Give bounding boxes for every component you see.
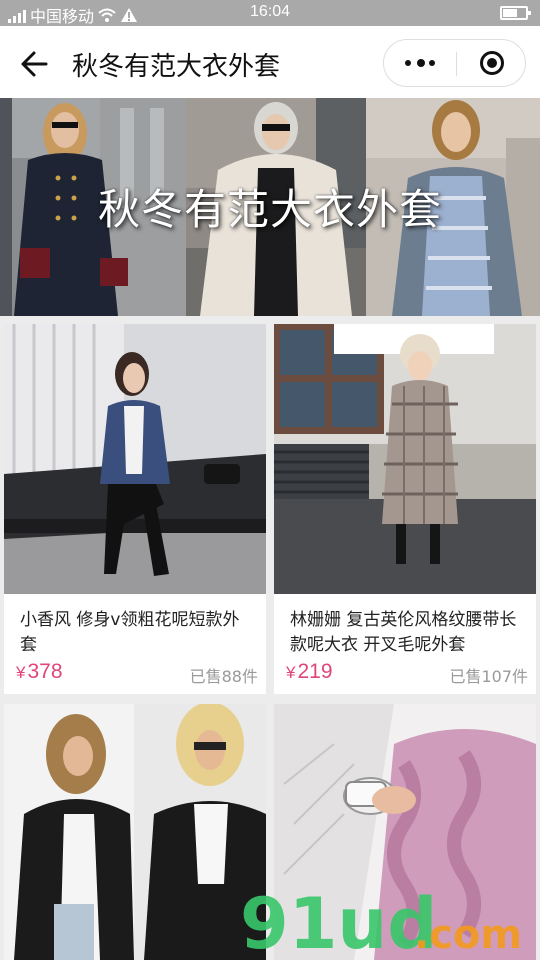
product-image-plaid-coat [274, 324, 536, 594]
product-image-chunky-knit-sweater [274, 704, 536, 960]
sold-count: 已售88件 [189, 667, 258, 686]
mini-program-capsule [383, 39, 526, 87]
product-name: 林姗姗 复古英伦风格纹腰带长款呢大衣 开叉毛呢外套 [290, 610, 517, 655]
close-dot-icon [487, 58, 497, 68]
product-card[interactable]: 林姗姗 复古英伦风格纹腰带长款呢大衣 开叉毛呢外套 ¥219 已售107件 [274, 324, 536, 694]
price-value: 378 [27, 660, 63, 683]
sold-count: 已售107件 [449, 667, 528, 686]
dot [429, 60, 435, 66]
product-image-tweed-jacket [4, 324, 266, 594]
nav-bar: 秋冬有范大衣外套 [0, 26, 540, 98]
status-bar: 中国移动 16:04 [0, 0, 540, 26]
product-card[interactable]: 小香风 修身v领粗花呢短款外套 ¥378 已售88件 [4, 324, 266, 694]
product-name: 小香风 修身v领粗花呢短款外套 [20, 610, 240, 655]
product-price: ¥378 [16, 660, 63, 684]
dot [405, 60, 411, 66]
product-card[interactable] [274, 704, 536, 960]
product-image-faux-fur-coat [4, 704, 266, 960]
product-price: ¥219 [286, 660, 333, 684]
status-time: 16:04 [249, 3, 291, 20]
page-title: 秋冬有范大衣外套 [72, 52, 281, 82]
banner-title: 秋冬有范大衣外套 [97, 185, 442, 234]
product-card[interactable] [4, 704, 266, 960]
currency-symbol: ¥ [16, 663, 26, 682]
dot [417, 59, 425, 67]
close-button[interactable] [457, 40, 527, 86]
more-button[interactable] [384, 40, 456, 86]
price-value: 219 [297, 660, 333, 683]
banner[interactable]: 秋冬有范大衣外套 [0, 98, 540, 316]
battery-icon [500, 6, 531, 20]
back-arrow-icon[interactable] [18, 48, 50, 80]
currency-symbol: ¥ [286, 663, 296, 682]
